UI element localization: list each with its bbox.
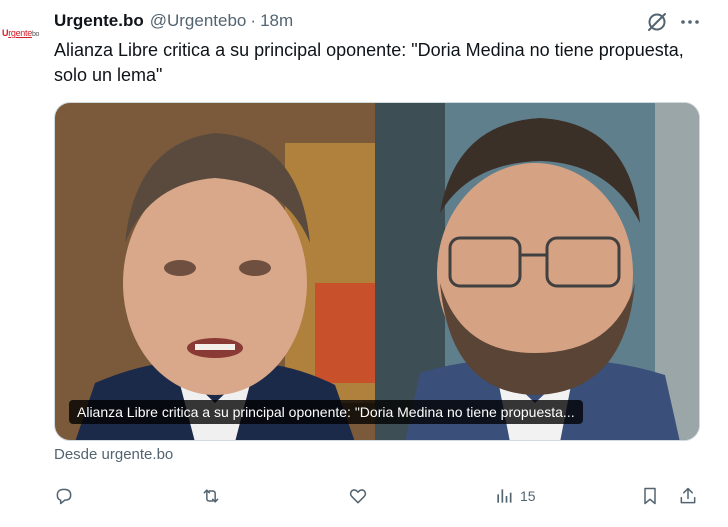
more-icon[interactable] [678,10,702,34]
separator-dot: · [250,11,257,30]
bookmark-icon [644,487,656,505]
action-bar: 15 [54,484,704,508]
bookmark-button[interactable] [640,484,660,508]
grok-icon[interactable] [645,10,669,34]
reply-button[interactable] [54,484,80,508]
tweet-timestamp[interactable]: 18m [260,11,293,31]
views-icon [497,489,512,503]
share-button[interactable] [678,484,698,508]
views-count: 15 [520,488,536,504]
share-icon [680,487,696,504]
reply-icon [56,488,72,505]
retweet-button[interactable] [201,484,227,508]
avatar-logo-text: rgente [8,28,32,38]
avatar[interactable]: Urgentebo [2,22,42,44]
card-image [55,103,699,440]
views-button[interactable]: 15 [494,484,536,508]
like-button[interactable] [348,484,374,508]
tweet-text: Alianza Libre critica a su principal opo… [54,40,684,85]
retweet-icon [203,489,219,503]
like-icon [349,489,367,504]
tweet-header: Urgente.bo @Urgentebo · 18m [54,10,293,32]
avatar-logo-suffix: bo [31,31,40,38]
author-name[interactable]: Urgente.bo [54,11,144,31]
link-card[interactable]: Alianza Libre critica a su principal opo… [54,102,700,441]
card-source[interactable]: Desde urgente.bo [54,446,173,463]
tweet[interactable]: Urgentebo Urgente.bo @Urgentebo · 18m Al… [0,0,728,527]
card-title: Alianza Libre critica a su principal opo… [69,400,583,424]
author-handle[interactable]: @Urgentebo [150,11,247,31]
